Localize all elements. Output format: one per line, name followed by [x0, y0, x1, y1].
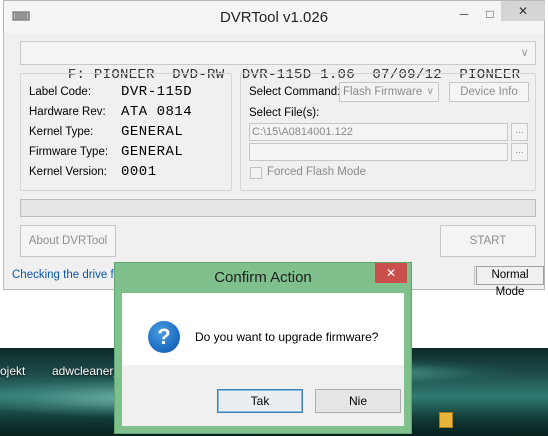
desktop-item-label[interactable]: ojekt: [0, 364, 25, 378]
info-value: 0001: [121, 164, 157, 180]
title-bar[interactable]: DVRTool v1.026 ─ □ ✕: [4, 1, 545, 33]
question-icon: ?: [148, 321, 180, 353]
close-button[interactable]: ✕: [501, 1, 545, 21]
info-label: Hardware Rev:: [29, 106, 106, 118]
select-files-label: Select File(s):: [249, 107, 320, 119]
progress-bar: [20, 199, 536, 217]
info-label: Kernel Version:: [29, 166, 107, 178]
command-select[interactable]: Flash Firmware ∨: [339, 82, 439, 102]
dialog-title: Confirm Action: [214, 269, 312, 286]
no-button[interactable]: Nie: [315, 389, 401, 413]
status-mode: Normal Mode: [476, 266, 544, 298]
folder-icon[interactable]: [439, 412, 453, 428]
forced-flash-label: Forced Flash Mode: [267, 166, 367, 178]
info-label: Label Code:: [29, 86, 92, 98]
maximize-button[interactable]: □: [478, 7, 502, 21]
info-value: GENERAL: [121, 144, 184, 160]
command-select-value: Flash Firmware: [343, 86, 423, 98]
status-message: Checking the drive for: [12, 269, 124, 281]
info-value: ATA 0814: [121, 104, 193, 120]
dialog-body: ? Do you want to upgrade firmware?: [122, 293, 404, 365]
chevron-down-icon: ∨: [520, 47, 529, 59]
chevron-down-icon: ∨: [426, 86, 434, 97]
start-button[interactable]: START: [440, 225, 536, 257]
device-info-group: Label Code: DVR-115D Hardware Rev: ATA 0…: [20, 73, 232, 191]
drive-select[interactable]: F: PIONEER DVD-RW DVR-115D 1.06 07/09/12…: [20, 41, 536, 83]
forced-flash-checkbox[interactable]: [250, 167, 262, 179]
info-value: DVR-115D: [121, 84, 193, 100]
dialog-message: Do you want to upgrade firmware?: [195, 330, 379, 344]
desktop-item-label[interactable]: adwcleaner_: [52, 364, 120, 378]
firmware-file-input[interactable]: C:\15\A0814001.122: [249, 123, 508, 141]
browse-file1-button[interactable]: ...: [511, 123, 528, 141]
info-label: Kernel Type:: [29, 126, 94, 138]
status-divider: [474, 266, 475, 285]
about-button[interactable]: About DVRTool: [20, 225, 116, 257]
dialog-close-button[interactable]: ✕: [375, 263, 407, 283]
select-command-label: Select Command:: [249, 86, 341, 98]
command-group: Select Command: Flash Firmware ∨ Device …: [240, 73, 536, 191]
dvrtool-window: DVRTool v1.026 ─ □ ✕ F: PIONEER DVD-RW D…: [3, 0, 545, 298]
info-value: GENERAL: [121, 124, 184, 140]
yes-button[interactable]: Tak: [217, 389, 303, 413]
minimize-button[interactable]: ─: [452, 7, 476, 21]
device-info-button[interactable]: Device Info: [449, 82, 529, 102]
info-label: Firmware Type:: [29, 146, 109, 158]
browse-file2-button[interactable]: ...: [511, 143, 528, 161]
second-file-input[interactable]: [249, 143, 508, 161]
